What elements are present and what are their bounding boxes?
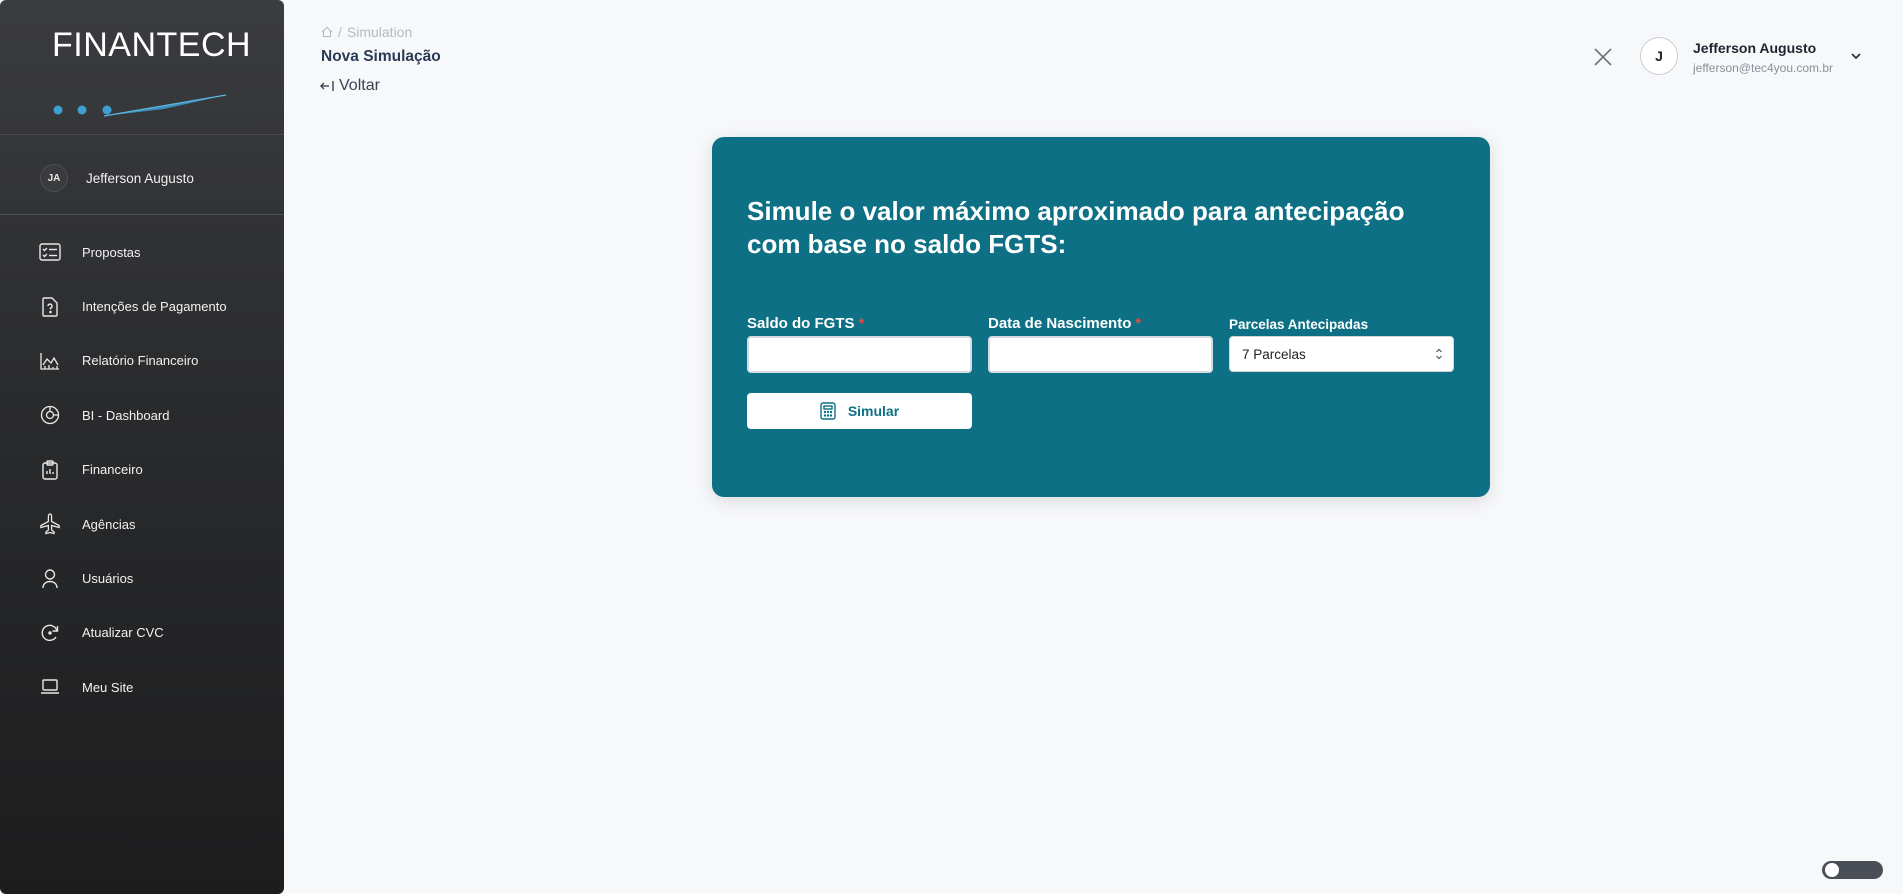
page-title: Nova Simulação bbox=[321, 48, 441, 65]
arrow-back-icon bbox=[320, 81, 334, 91]
user-avatar[interactable]: J bbox=[1640, 37, 1678, 75]
brand-logo[interactable]: FINANTECH bbox=[44, 26, 251, 117]
user-email: jefferson@tec4you.com.br bbox=[1693, 61, 1834, 75]
nascimento-label-text: Data de Nascimento bbox=[988, 315, 1132, 332]
sidebar-item-financeiro[interactable]: Financeiro bbox=[0, 443, 284, 497]
simulate-button-label: Simular bbox=[847, 403, 900, 419]
simulation-heading: Simule o valor máximo aproximado para an… bbox=[747, 196, 1405, 259]
sidebar: FINANTECH JA Jefferson Augusto Propostas bbox=[0, 0, 284, 894]
sidebar-item-usuarios[interactable]: Usuários bbox=[0, 551, 284, 605]
required-mark: * bbox=[858, 315, 865, 332]
sidebar-item-label: Usuários bbox=[82, 571, 134, 587]
home-icon[interactable] bbox=[321, 26, 333, 38]
breadcrumb-current: Simulation bbox=[346, 24, 413, 40]
sidebar-item-relatorio-financeiro[interactable]: Relatório Financeiro bbox=[0, 334, 284, 388]
sidebar-item-label: Meu Site bbox=[82, 679, 134, 695]
toggle-knob bbox=[1825, 863, 1839, 877]
sidebar-item-label: Atualizar CVC bbox=[82, 625, 164, 641]
laptop-icon bbox=[38, 675, 62, 699]
avatar: JA bbox=[40, 164, 68, 192]
sidebar-item-label: Relatório Financeiro bbox=[82, 353, 199, 369]
sidebar-item-meu-site[interactable]: Meu Site bbox=[0, 660, 284, 714]
logo-swoosh-icon bbox=[53, 94, 227, 117]
clipboard-icon bbox=[38, 458, 62, 482]
data-nascimento-input[interactable] bbox=[988, 336, 1213, 373]
user-icon bbox=[38, 567, 62, 591]
sidebar-item-label: Intenções de Pagamento bbox=[82, 299, 227, 315]
sidebar-item-propostas[interactable]: Propostas bbox=[0, 225, 284, 279]
back-label: Voltar bbox=[339, 77, 380, 94]
sidebar-item-atualizar-cvc[interactable]: Atualizar CVC bbox=[0, 606, 284, 660]
sidebar-item-label: Financeiro bbox=[82, 462, 143, 478]
parcelas-select[interactable]: 7 Parcelas bbox=[1229, 336, 1454, 372]
chevron-down-icon[interactable] bbox=[1848, 48, 1864, 64]
sidebar-divider bbox=[0, 134, 284, 135]
sidebar-item-label: Propostas bbox=[82, 244, 141, 260]
saldo-fgts-input[interactable] bbox=[747, 336, 972, 373]
airplane-icon bbox=[38, 512, 62, 536]
back-button[interactable]: Voltar bbox=[319, 77, 380, 95]
sidebar-nav: Propostas Intenções de Pagamento Relatór… bbox=[0, 225, 284, 715]
saldo-label: Saldo do FGTS * bbox=[747, 315, 864, 332]
saldo-label-text: Saldo do FGTS bbox=[747, 315, 855, 332]
simulate-button[interactable]: Simular bbox=[747, 393, 972, 429]
required-mark: * bbox=[1135, 315, 1142, 332]
breadcrumb: / Simulation bbox=[321, 24, 412, 40]
sidebar-user-name: Jefferson Augusto bbox=[86, 170, 194, 186]
calculator-icon bbox=[820, 402, 836, 420]
breadcrumb-separator: / bbox=[338, 24, 342, 40]
theme-toggle[interactable] bbox=[1822, 861, 1883, 879]
sidebar-item-intencoes[interactable]: Intenções de Pagamento bbox=[0, 279, 284, 333]
refresh-icon bbox=[38, 621, 62, 645]
sidebar-item-agencias[interactable]: Agências bbox=[0, 497, 284, 551]
sidebar-user[interactable]: JA Jefferson Augusto bbox=[40, 164, 194, 192]
sidebar-item-label: BI - Dashboard bbox=[82, 407, 170, 423]
sidebar-divider bbox=[0, 214, 284, 215]
parcelas-label: Parcelas Antecipadas bbox=[1229, 317, 1369, 332]
parcelas-selected-value: 7 Parcelas bbox=[1242, 346, 1306, 362]
simulation-card: Simule o valor máximo aproximado para an… bbox=[712, 137, 1490, 497]
select-arrows-icon bbox=[1436, 348, 1442, 360]
line-chart-icon bbox=[38, 349, 62, 373]
target-dashboard-icon bbox=[38, 403, 62, 427]
nascimento-label: Data de Nascimento * bbox=[988, 315, 1141, 332]
sidebar-item-bi-dashboard[interactable]: BI - Dashboard bbox=[0, 388, 284, 442]
proposal-list-icon bbox=[38, 240, 62, 264]
user-name: Jefferson Augusto bbox=[1693, 40, 1817, 56]
close-icon[interactable] bbox=[1590, 44, 1616, 70]
document-question-icon bbox=[38, 295, 62, 319]
brand-logo-text: FINANTECH bbox=[52, 26, 252, 64]
sidebar-item-label: Agências bbox=[82, 516, 136, 532]
